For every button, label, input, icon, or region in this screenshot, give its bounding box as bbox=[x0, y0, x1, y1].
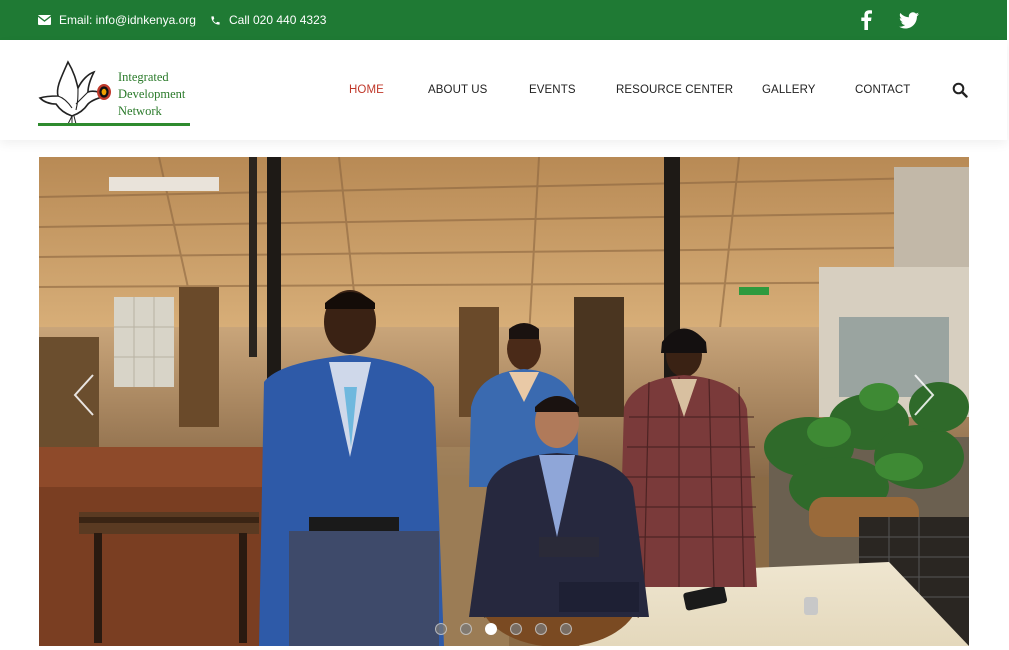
phone-contact[interactable]: Call 020 440 4323 bbox=[210, 13, 326, 27]
facebook-link[interactable] bbox=[855, 9, 877, 31]
slider-prev-button[interactable] bbox=[71, 372, 97, 418]
nav-events[interactable]: EVENTS bbox=[529, 84, 576, 96]
logo-text: Integrated Development Network bbox=[118, 69, 185, 120]
logo-line-2: Development bbox=[118, 87, 186, 101]
slider-dot-3[interactable] bbox=[485, 623, 497, 635]
twitter-icon bbox=[899, 11, 919, 28]
search-button[interactable] bbox=[952, 82, 970, 100]
slider-next-button[interactable] bbox=[911, 372, 937, 418]
top-bar: Email: info@idnkenya.org Call 020 440 43… bbox=[0, 0, 1007, 40]
nav-resource-center[interactable]: RESOURCE CENTER bbox=[616, 84, 733, 96]
nav-contact[interactable]: CONTACT bbox=[855, 84, 910, 96]
logo-line-3: Network bbox=[118, 104, 162, 118]
slider-dot-4[interactable] bbox=[510, 623, 522, 635]
slider-dot-5[interactable] bbox=[535, 623, 547, 635]
facebook-icon bbox=[861, 10, 872, 30]
phone-text: Call 020 440 4323 bbox=[229, 13, 327, 27]
nav-home[interactable]: HOME bbox=[349, 84, 384, 96]
logo-line-1: Integrated bbox=[118, 70, 169, 84]
slider-pagination bbox=[435, 623, 572, 635]
email-text: Email: info@idnkenya.org bbox=[59, 13, 196, 27]
search-icon bbox=[952, 82, 968, 98]
slider-dot-6[interactable] bbox=[560, 623, 572, 635]
slider-dot-1[interactable] bbox=[435, 623, 447, 635]
site-logo[interactable]: Integrated Development Network bbox=[38, 58, 190, 128]
phone-icon bbox=[211, 15, 220, 25]
nav-about-us[interactable]: ABOUT US bbox=[428, 84, 487, 96]
hero-slider bbox=[39, 157, 969, 646]
email-contact[interactable]: Email: info@idnkenya.org bbox=[38, 13, 196, 27]
chevron-right-icon bbox=[914, 374, 935, 416]
slide-photo bbox=[39, 157, 969, 646]
twitter-link[interactable] bbox=[898, 9, 920, 31]
envelope-icon bbox=[38, 15, 51, 25]
nav-gallery[interactable]: GALLERY bbox=[762, 84, 816, 96]
dove-logo-icon bbox=[38, 60, 111, 125]
slider-dot-2[interactable] bbox=[460, 623, 472, 635]
chevron-left-icon bbox=[73, 374, 94, 416]
logo-underline bbox=[38, 123, 190, 126]
site-header: Integrated Development Network HOME ABOU… bbox=[0, 40, 1007, 140]
